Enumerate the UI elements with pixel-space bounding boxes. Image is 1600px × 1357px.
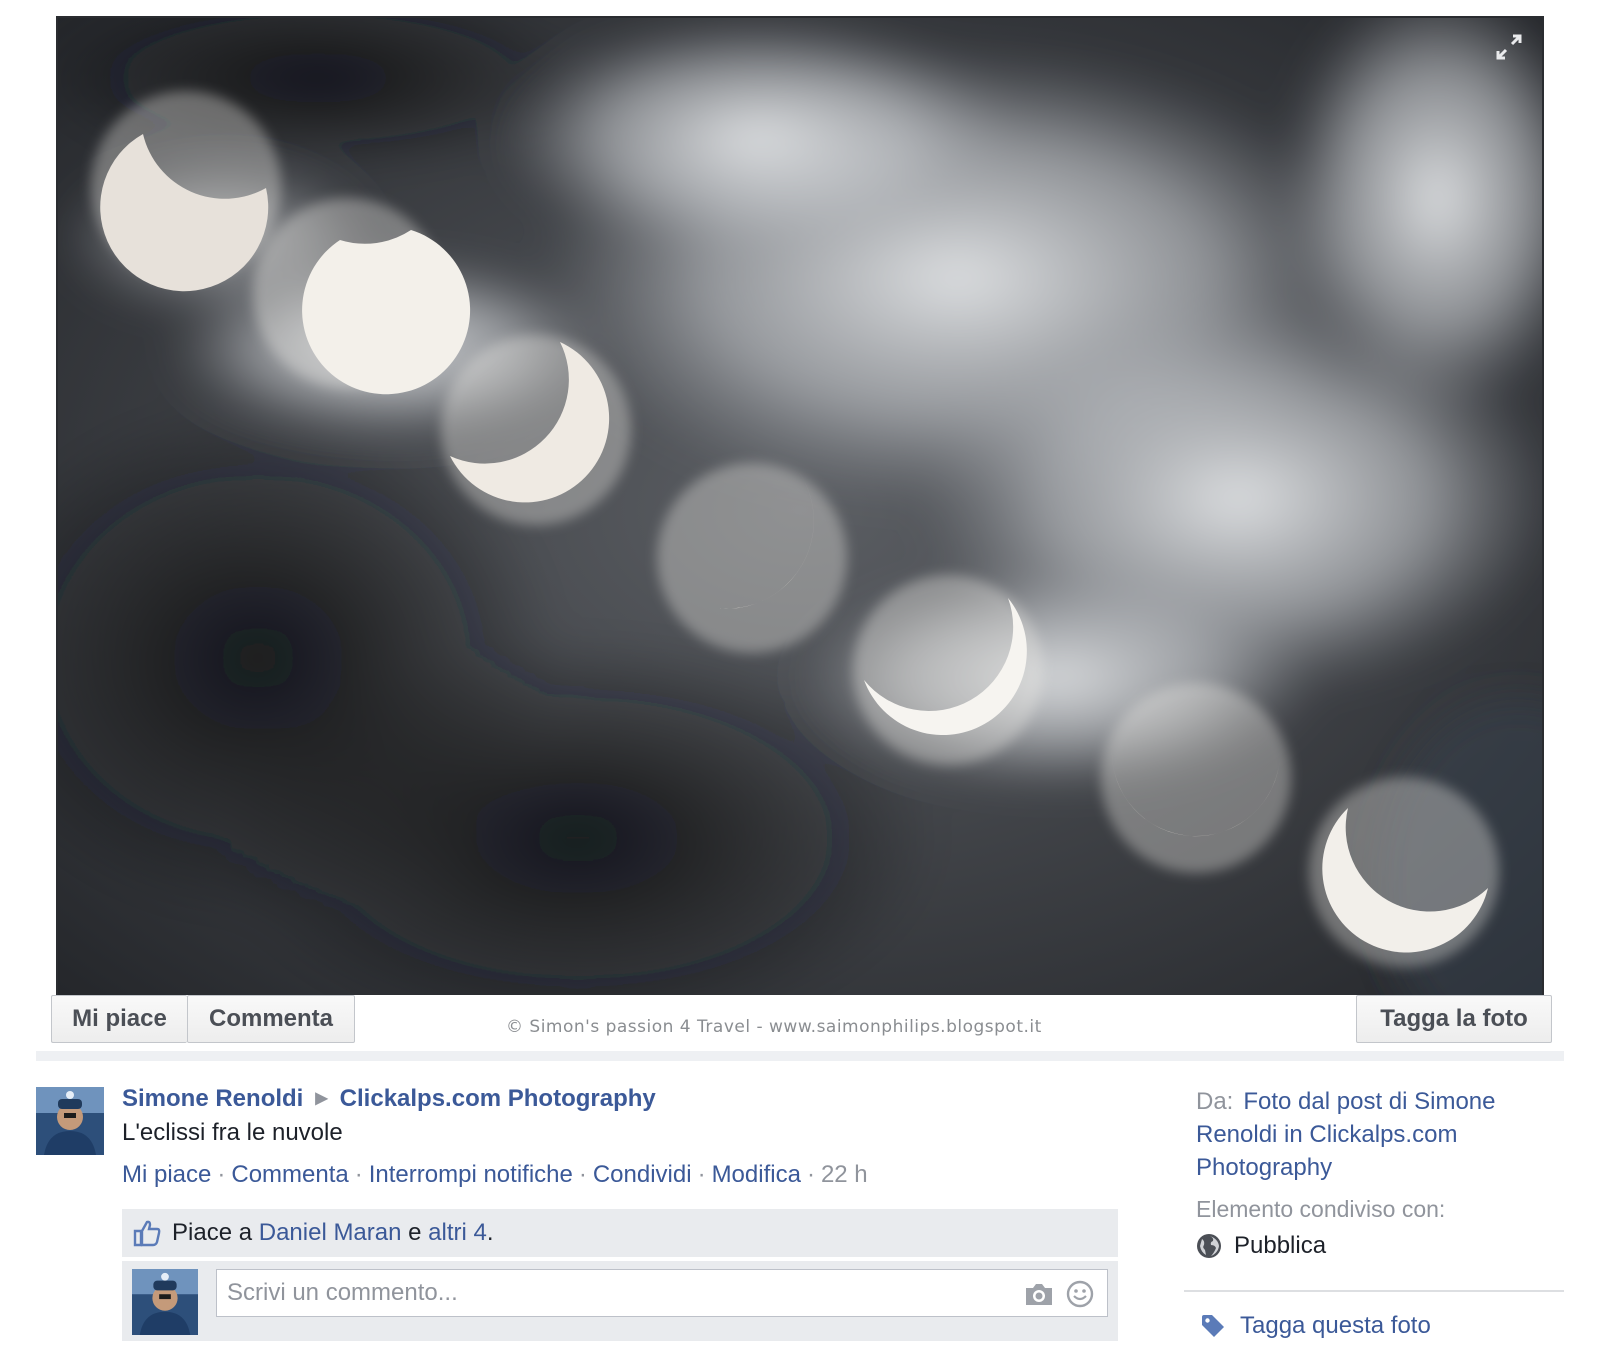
audience-label: Pubblica — [1234, 1232, 1327, 1259]
camera-icon[interactable] — [1023, 1280, 1055, 1308]
liker-name-link[interactable]: Daniel Maran — [259, 1219, 402, 1247]
eclipse-photo — [58, 18, 1542, 1002]
divider — [1184, 1290, 1564, 1292]
expand-icon[interactable] — [1494, 32, 1524, 62]
arrow-right-icon: ▶ — [315, 1090, 328, 1107]
author-name-link[interactable]: Simone Renoldi — [122, 1085, 303, 1112]
post-text: L'eclissi fra le nuvole — [122, 1119, 343, 1146]
stop-notifications-link[interactable]: Interrompi notifiche — [369, 1161, 573, 1188]
like-post-link[interactable]: Mi piace — [122, 1161, 211, 1188]
author-avatar[interactable] — [36, 1087, 104, 1155]
photo-viewer[interactable] — [56, 16, 1544, 1004]
post-timestamp[interactable]: 22 h — [821, 1161, 868, 1188]
comment-post-link[interactable]: Commenta — [231, 1161, 348, 1188]
comment-photo-button[interactable]: Commenta — [187, 995, 355, 1043]
tag-this-photo-link[interactable]: Tagga questa foto — [1240, 1312, 1431, 1340]
likes-summary: Piace a Daniel Maran e altri 4. — [122, 1209, 1118, 1257]
user-avatar[interactable] — [132, 1269, 198, 1335]
post-author-line: Simone Renoldi ▶ Clickalps.com Photography — [122, 1085, 656, 1113]
separator-dot: · — [354, 1161, 363, 1188]
comment-input[interactable]: Scrivi un commento... — [216, 1269, 1108, 1317]
comment-placeholder: Scrivi un commento... — [227, 1279, 458, 1306]
emoji-icon[interactable] — [1065, 1279, 1095, 1309]
separator-dot: · — [217, 1161, 226, 1188]
tag-icon — [1202, 1315, 1224, 1337]
separator-dot: · — [697, 1161, 706, 1188]
likes-suffix: . — [486, 1219, 494, 1246]
likes-conjunction: e — [408, 1219, 422, 1246]
divider — [36, 1051, 1564, 1061]
separator-dot: · — [806, 1161, 815, 1188]
from-label: Da: — [1196, 1088, 1234, 1115]
separator-dot: · — [578, 1161, 587, 1188]
thumbs-up-icon — [133, 1220, 161, 1247]
share-link[interactable]: Condividi — [593, 1161, 692, 1188]
tag-this-photo[interactable]: Tagga questa foto — [1200, 1312, 1431, 1340]
audience-setting[interactable]: Pubblica — [1196, 1232, 1326, 1260]
photo-watermark: © Simon's passion 4 Travel - www.saimonp… — [506, 1017, 1042, 1037]
tag-photo-button[interactable]: Tagga la foto — [1356, 995, 1552, 1043]
like-photo-button[interactable]: Mi piace — [51, 995, 187, 1043]
globe-icon — [1197, 1234, 1221, 1258]
target-page-link[interactable]: Clickalps.com Photography — [340, 1085, 656, 1112]
other-likers-link[interactable]: altri 4 — [428, 1219, 487, 1247]
post-actions: Mi piace · Commenta · Interrompi notifiche · C… — [122, 1161, 868, 1189]
photo-action-bar: Mi piace Commenta © Simon's passion 4 Tr… — [36, 995, 1564, 1063]
source-post-link[interactable]: Foto dal post di Simone Renoldi in Click… — [1196, 1088, 1496, 1181]
edit-link[interactable]: Modifica — [712, 1161, 801, 1188]
likes-prefix: Piace a — [172, 1219, 253, 1246]
comment-composer: Scrivi un commento... — [122, 1261, 1118, 1341]
shared-with-label: Elemento condiviso con: — [1196, 1196, 1446, 1222]
photo-source: Da: Foto dal post di Simone Renoldi in Cl… — [1196, 1085, 1556, 1184]
